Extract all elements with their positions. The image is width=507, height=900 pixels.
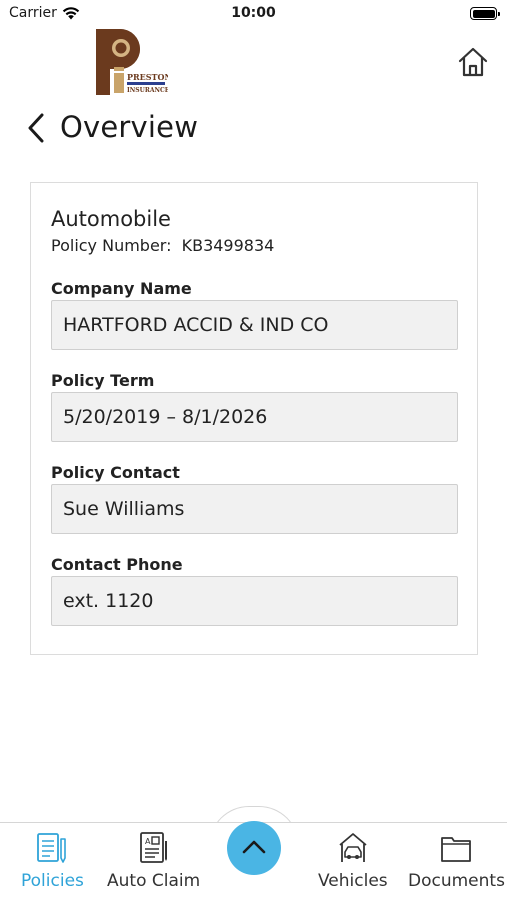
home-icon — [458, 47, 488, 77]
company-name-label: Company Name — [51, 279, 192, 298]
back-button[interactable] — [24, 112, 48, 144]
policies-icon — [37, 833, 66, 863]
contact-phone-label: Contact Phone — [51, 555, 183, 574]
policy-term-value: 5/20/2019 – 8/1/2026 — [63, 406, 268, 428]
contact-phone-field: ext. 1120 — [51, 576, 458, 626]
policy-term-field: 5/20/2019 – 8/1/2026 — [51, 392, 458, 442]
tab-policies[interactable]: Policies — [18, 823, 86, 900]
policy-number-label: Policy Number: — [51, 236, 172, 255]
tab-documents-label: Documents — [408, 871, 505, 891]
logo-wordmark-top: PRESTON — [127, 72, 168, 82]
tab-documents[interactable]: Documents — [408, 823, 505, 900]
logo-wordmark-bottom: INSURANCE — [127, 87, 168, 94]
tab-vehicles-label: Vehicles — [318, 871, 388, 891]
chevron-up-icon — [242, 840, 266, 854]
policy-contact-field: Sue Williams — [51, 484, 458, 534]
policy-contact-label: Policy Contact — [51, 463, 180, 482]
policy-type: Automobile — [51, 207, 171, 231]
svg-text:A: A — [145, 837, 151, 846]
tab-auto-claim-label: Auto Claim — [107, 871, 201, 891]
tab-policies-label: Policies — [21, 871, 84, 891]
auto-claim-icon: A — [140, 832, 167, 863]
preston-insurance-logo: PRESTON INSURANCE — [96, 29, 172, 95]
policy-number-value: KB3499834 — [181, 236, 275, 255]
policy-number-row: Policy Number: KB3499834 — [51, 236, 274, 255]
company-name-value: HARTFORD ACCID & IND CO — [63, 314, 329, 336]
company-name-field: HARTFORD ACCID & IND CO — [51, 300, 458, 350]
contact-phone-value: ext. 1120 — [63, 590, 154, 612]
home-button[interactable] — [456, 45, 490, 79]
battery-icon — [470, 7, 500, 20]
tab-auto-claim[interactable]: A Auto Claim — [107, 823, 201, 900]
expand-menu-button[interactable] — [227, 821, 281, 875]
policy-card: Automobile Policy Number: KB3499834 Comp… — [30, 182, 478, 655]
policy-contact-value: Sue Williams — [63, 498, 185, 520]
clock: 10:00 — [231, 5, 276, 21]
vehicles-icon — [339, 833, 367, 862]
page-title: Overview — [60, 110, 199, 144]
policy-term-label: Policy Term — [51, 371, 155, 390]
documents-icon — [441, 837, 471, 862]
status-bar: Carrier 10:00 — [0, 0, 507, 28]
chevron-left-icon — [28, 113, 44, 143]
tab-vehicles[interactable]: Vehicles — [316, 823, 390, 900]
